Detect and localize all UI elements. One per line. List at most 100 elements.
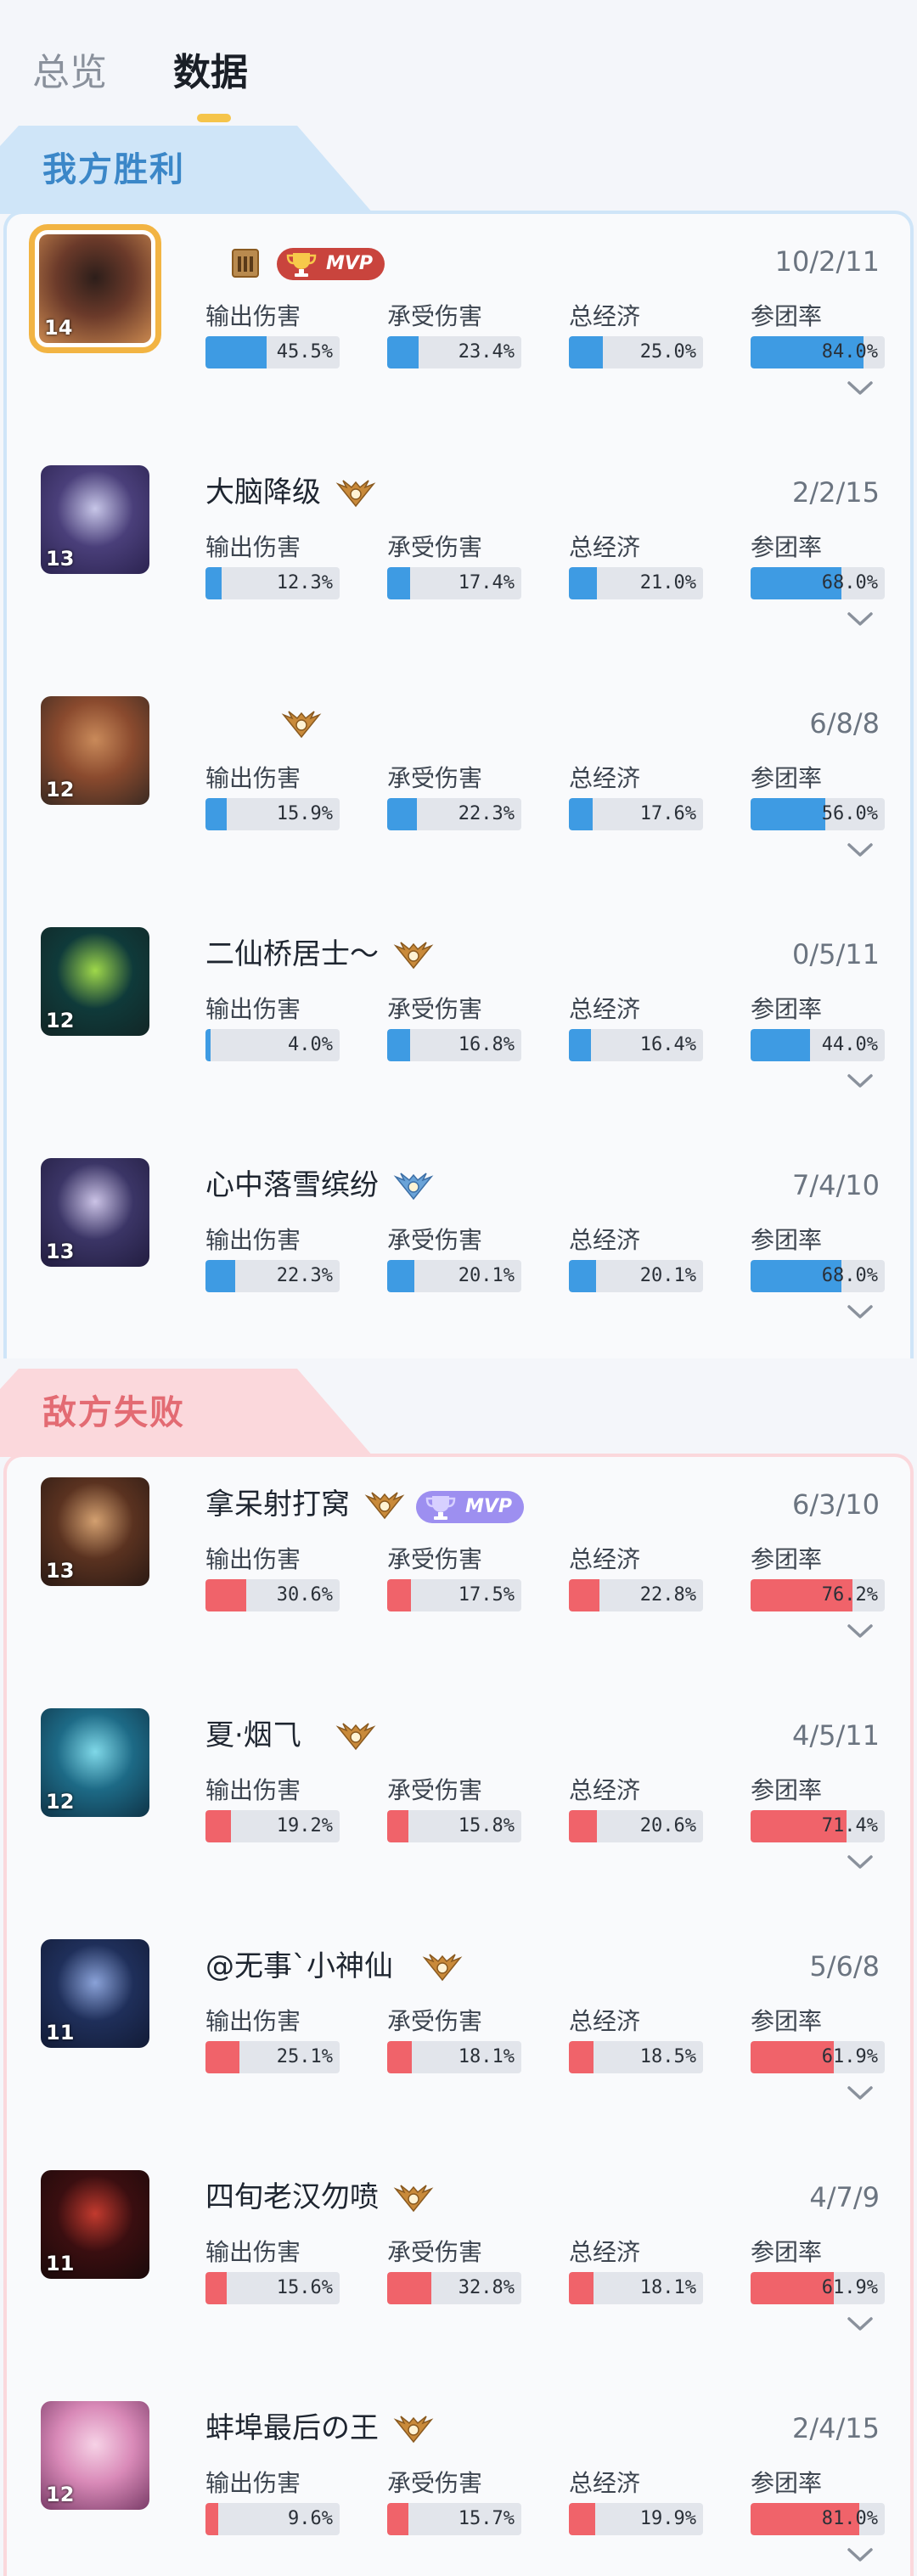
stat-value: 17.4% — [458, 572, 515, 593]
hero-avatar[interactable]: 11 — [41, 1939, 149, 2048]
stat-bar: 15.8% — [387, 1810, 521, 1842]
player-row[interactable]: 13 大脑降级 2/2/15 输出伤害 12.3% 承受伤害 17.4% 总经济 21.0% 参团… — [7, 445, 910, 676]
player-row[interactable]: 14 MVP 10/2/11 输出伤害 45.5% 承受伤害 23.4% 总经济 25.0% 参团… — [7, 214, 910, 445]
hero-avatar[interactable]: 12 — [41, 696, 149, 805]
stat-bar-fill — [205, 1579, 247, 1611]
hero-avatar[interactable]: 13 — [41, 1477, 149, 1586]
chevron-down-icon[interactable] — [846, 2545, 875, 2564]
stat-total-gold: 总经济 20.1% — [569, 1223, 705, 1292]
trophy-icon — [425, 1493, 457, 1521]
chevron-down-icon[interactable] — [846, 2314, 875, 2333]
hero-avatar[interactable]: 13 — [41, 465, 149, 574]
hero-portrait: 11 — [41, 2170, 149, 2279]
rank-gold-wings-icon — [392, 2182, 435, 2216]
stat-participation: 参团率 81.0% — [751, 2466, 886, 2535]
chevron-down-icon[interactable] — [846, 1622, 875, 1640]
stat-label: 总经济 — [569, 533, 641, 561]
stat-value: 25.1% — [276, 2046, 333, 2067]
stat-label: 承受伤害 — [387, 764, 483, 792]
chevron-down-icon[interactable] — [846, 1302, 875, 1321]
stat-value: 84.0% — [821, 341, 878, 363]
hero-portrait: 13 — [41, 1158, 149, 1267]
chevron-down-icon[interactable] — [846, 379, 875, 397]
chevron-down-icon[interactable] — [846, 1853, 875, 1871]
player-row[interactable]: 12 二仙桥居士～ 0/5/11 输出伤害 4.0% 承受伤害 16.8% 总经济 16.4% 参… — [7, 907, 910, 1138]
stat-bar: 16.8% — [387, 1029, 521, 1061]
stat-bar: 76.2% — [751, 1579, 885, 1611]
tab-overview[interactable]: 总览 — [32, 48, 107, 98]
chevron-down-icon[interactable] — [846, 610, 875, 628]
mvp-label: MVP — [326, 253, 374, 274]
stat-bar-fill — [569, 1260, 596, 1292]
player-row[interactable]: 13 心中落雪缤纷 7/4/10 输出伤害 22.3% 承受伤害 20.1% 总经济 20.1%… — [7, 1138, 910, 1369]
chevron-down-icon[interactable] — [846, 1071, 875, 1090]
player-name: 四旬老汉勿喷 — [205, 2180, 379, 2214]
stat-label: 输出伤害 — [205, 2007, 301, 2035]
team-panel: 13 拿呆射打窝 MVP 6/3/10 输出伤害 30.6% 承受伤害 17.5% 总经济 22.… — [3, 1454, 914, 2576]
stat-bar: 45.5% — [205, 336, 340, 368]
player-row[interactable]: 11 四旬老汉勿喷 4/7/9 输出伤害 15.6% 承受伤害 32.8% 总经济 18.1% 参… — [7, 2150, 910, 2381]
stat-bar: 44.0% — [751, 1029, 885, 1061]
stat-bar: 61.9% — [751, 2272, 885, 2304]
rank-gold-wings-icon — [280, 708, 323, 742]
player-row[interactable]: 12 夏·烟⺄ 4/5/11 输出伤害 19.2% 承受伤害 15.8% 总经济 20.6% 参团… — [7, 1688, 910, 1919]
stat-damage-dealt: 输出伤害 12.3% — [205, 530, 341, 599]
hero-avatar[interactable]: 14 — [29, 224, 161, 353]
player-name: 拿呆射打窝 — [205, 1488, 350, 1521]
stat-value: 68.0% — [821, 1265, 878, 1286]
stat-label: 输出伤害 — [205, 2238, 301, 2266]
hero-avatar[interactable]: 12 — [41, 2401, 149, 2510]
kda-score: 7/4/10 — [792, 1169, 880, 1201]
stat-bar-fill — [387, 1579, 411, 1611]
hero-avatar[interactable]: 13 — [41, 1158, 149, 1267]
stat-damage-dealt: 输出伤害 9.6% — [205, 2466, 341, 2535]
stat-label: 参团率 — [751, 533, 823, 561]
hero-portrait: 11 — [41, 1939, 149, 2048]
stat-value: 22.3% — [276, 1265, 333, 1286]
stat-participation: 参团率 68.0% — [751, 1223, 886, 1292]
stat-bar: 23.4% — [387, 336, 521, 368]
tab-data[interactable]: 数据 — [173, 48, 248, 98]
kda-score: 5/6/8 — [809, 1950, 880, 1983]
player-name: 二仙桥居士～ — [205, 937, 379, 971]
stat-label: 输出伤害 — [205, 533, 301, 561]
stat-participation: 参团率 71.4% — [751, 1773, 886, 1842]
hero-avatar[interactable]: 12 — [41, 927, 149, 1036]
team-panel: 14 MVP 10/2/11 输出伤害 45.5% 承受伤害 23.4% 总经济 25.0% 参团… — [3, 211, 914, 1358]
stat-value: 15.6% — [276, 2277, 333, 2298]
stat-value: 9.6% — [288, 2508, 333, 2529]
stat-value: 17.5% — [458, 1584, 515, 1606]
hero-avatar[interactable]: 11 — [41, 2170, 149, 2279]
chevron-down-icon[interactable] — [846, 2084, 875, 2102]
stat-value: 16.8% — [458, 1034, 515, 1055]
stat-bar-fill — [205, 798, 228, 830]
stat-value: 45.5% — [276, 341, 333, 363]
stat-damage-dealt: 输出伤害 19.2% — [205, 1773, 341, 1842]
stat-damage-taken: 承受伤害 22.3% — [387, 761, 523, 830]
stat-participation: 参团率 44.0% — [751, 992, 886, 1061]
stat-value: 71.4% — [821, 1815, 878, 1836]
stat-label: 输出伤害 — [205, 2469, 301, 2497]
stat-participation: 参团率 84.0% — [751, 299, 886, 368]
hero-level: 14 — [44, 316, 73, 340]
mvp-badge: MVP — [416, 1491, 525, 1523]
stat-value: 76.2% — [821, 1584, 878, 1606]
stat-label: 参团率 — [751, 1776, 823, 1804]
player-row[interactable]: 12 6/8/8 输出伤害 15.9% 承受伤害 22.3% 总经济 17.6% 参团率 56.0… — [7, 676, 910, 907]
team-title: 敌方失败 — [42, 1393, 185, 1432]
chevron-down-icon[interactable] — [846, 841, 875, 859]
stat-bar: 71.4% — [751, 1810, 885, 1842]
stat-label: 总经济 — [569, 302, 641, 330]
player-row[interactable]: 12 蚌埠最后の王 2/4/15 输出伤害 9.6% 承受伤害 15.7% 总经济 19.9% 参… — [7, 2381, 910, 2576]
stat-value: 17.6% — [639, 803, 696, 824]
stat-bar: 19.2% — [205, 1810, 340, 1842]
stat-bar: 19.9% — [569, 2503, 703, 2535]
hero-level: 12 — [46, 1009, 75, 1032]
tab-bar: 总览 数据 — [0, 0, 917, 127]
stat-value: 22.8% — [639, 1584, 696, 1606]
stat-value: 22.3% — [458, 803, 515, 824]
hero-level: 11 — [46, 2021, 75, 2044]
player-row[interactable]: 13 拿呆射打窝 MVP 6/3/10 输出伤害 30.6% 承受伤害 17.5% 总经济 22.… — [7, 1457, 910, 1688]
hero-avatar[interactable]: 12 — [41, 1708, 149, 1817]
player-row[interactable]: 11 @无事`小神仙 5/6/8 输出伤害 25.1% 承受伤害 18.1% 总经济 18.5%… — [7, 1919, 910, 2150]
